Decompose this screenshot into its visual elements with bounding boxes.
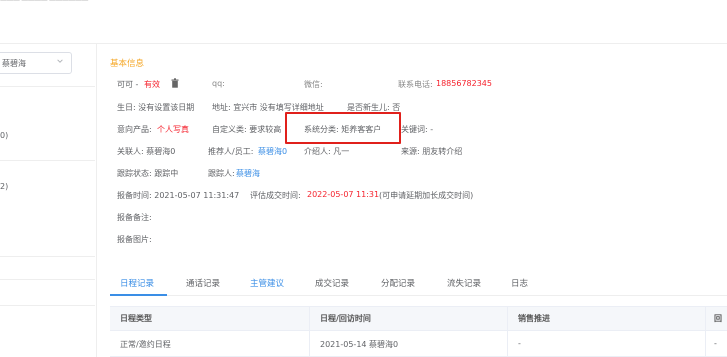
report-note: 报备备注: bbox=[117, 213, 152, 222]
top-bar: ——— ———— —————— bbox=[0, 0, 727, 10]
column-separator bbox=[705, 307, 706, 330]
referrer-label: 推荐人/员工: bbox=[208, 147, 254, 156]
table-cell: - bbox=[714, 339, 717, 348]
salesperson-select-value: 蔡碧海 bbox=[2, 59, 26, 68]
header-divider bbox=[0, 43, 727, 44]
sidebar-fragment-2: 2) bbox=[0, 182, 9, 191]
referrer-value[interactable]: 蔡碧海0 bbox=[258, 146, 287, 157]
custom-category: 自定义类: 要求较高 bbox=[212, 125, 282, 134]
wechat-label: 微信: bbox=[304, 80, 323, 89]
report-image: 报备图片: bbox=[117, 235, 152, 244]
follower-value[interactable]: 蔡碧海 bbox=[236, 168, 260, 179]
top-bar-text: ——— ———— —————— bbox=[0, 0, 88, 4]
sidebar-divider bbox=[0, 86, 95, 87]
active-tab-indicator bbox=[110, 294, 167, 296]
sidebar-divider bbox=[0, 305, 95, 306]
column-header: 日程/回访时间 bbox=[320, 314, 371, 323]
follow-status: 跟踪状态: 跟踪中 bbox=[117, 169, 179, 178]
table-row[interactable]: 正常/邀约日程 2021-05-14 蔡碧海0 - - bbox=[110, 330, 727, 357]
column-separator bbox=[309, 307, 310, 330]
column-separator bbox=[705, 330, 706, 356]
tab-assignments[interactable]: 分配记录 bbox=[381, 277, 415, 289]
phone-value: 18856782345 bbox=[436, 79, 492, 88]
tabs-divider bbox=[110, 295, 727, 296]
table-cell: 2021-05-14 蔡碧海0 bbox=[320, 340, 399, 349]
source: 来源: 朋友转介绍 bbox=[401, 147, 463, 156]
qq-label: qq: bbox=[212, 79, 225, 88]
trash-icon[interactable] bbox=[171, 78, 179, 88]
tab-churn[interactable]: 流失记录 bbox=[447, 277, 481, 289]
table-cell: 正常/邀约日程 bbox=[120, 340, 171, 349]
tab-log[interactable]: 日志 bbox=[511, 277, 528, 289]
section-title: 基本信息 bbox=[110, 59, 145, 69]
birthday: 生日: 没有设置该日期 bbox=[117, 103, 195, 112]
introducer: 介绍人: 凡一 bbox=[304, 147, 350, 156]
column-header: 日程类型 bbox=[120, 314, 152, 323]
column-separator bbox=[507, 307, 508, 330]
phone-label: 联系电话: bbox=[398, 80, 433, 89]
sidebar-divider bbox=[0, 160, 95, 161]
table-header: 日程类型 日程/回访时间 销售推进 回 bbox=[110, 306, 727, 331]
table-cell: - bbox=[518, 339, 521, 348]
follower-label: 跟踪人: bbox=[208, 169, 235, 178]
intent-label: 意向产品: bbox=[117, 125, 152, 134]
contact-person: 关联人: 蔡碧海0 bbox=[117, 147, 176, 156]
sidebar-divider bbox=[0, 256, 95, 257]
status-badge: 有效 bbox=[144, 80, 160, 89]
column-header: 销售推进 bbox=[518, 314, 550, 323]
report-time: 报备时间: 2021-05-07 11:31:47 bbox=[117, 191, 240, 200]
eval-note: (可申请延期加长成交时间) bbox=[379, 191, 474, 200]
eval-time-value: 2022-05-07 11:31 bbox=[307, 190, 380, 199]
tab-schedule[interactable]: 日程记录 bbox=[120, 277, 154, 289]
sidebar-fragment-1: 0) bbox=[0, 131, 9, 140]
intent-value: 个人写真 bbox=[157, 125, 189, 134]
sidebar-divider bbox=[0, 279, 95, 280]
chevron-down-icon bbox=[57, 59, 63, 63]
column-header: 回 bbox=[714, 314, 722, 323]
highlight-box bbox=[285, 112, 401, 144]
tab-manager-advice[interactable]: 主管建议 bbox=[250, 277, 284, 289]
column-separator bbox=[309, 330, 310, 356]
sidebar-border bbox=[96, 44, 97, 357]
salesperson-select[interactable]: 蔡碧海 bbox=[0, 52, 72, 74]
keywords: 关键词: - bbox=[401, 125, 434, 134]
column-separator bbox=[507, 330, 508, 356]
customer-name: 可可 - bbox=[117, 80, 139, 89]
eval-time-label: 评估成交时间: bbox=[250, 191, 301, 200]
tab-deals[interactable]: 成交记录 bbox=[315, 277, 349, 289]
tab-calls[interactable]: 通话记录 bbox=[186, 277, 220, 289]
